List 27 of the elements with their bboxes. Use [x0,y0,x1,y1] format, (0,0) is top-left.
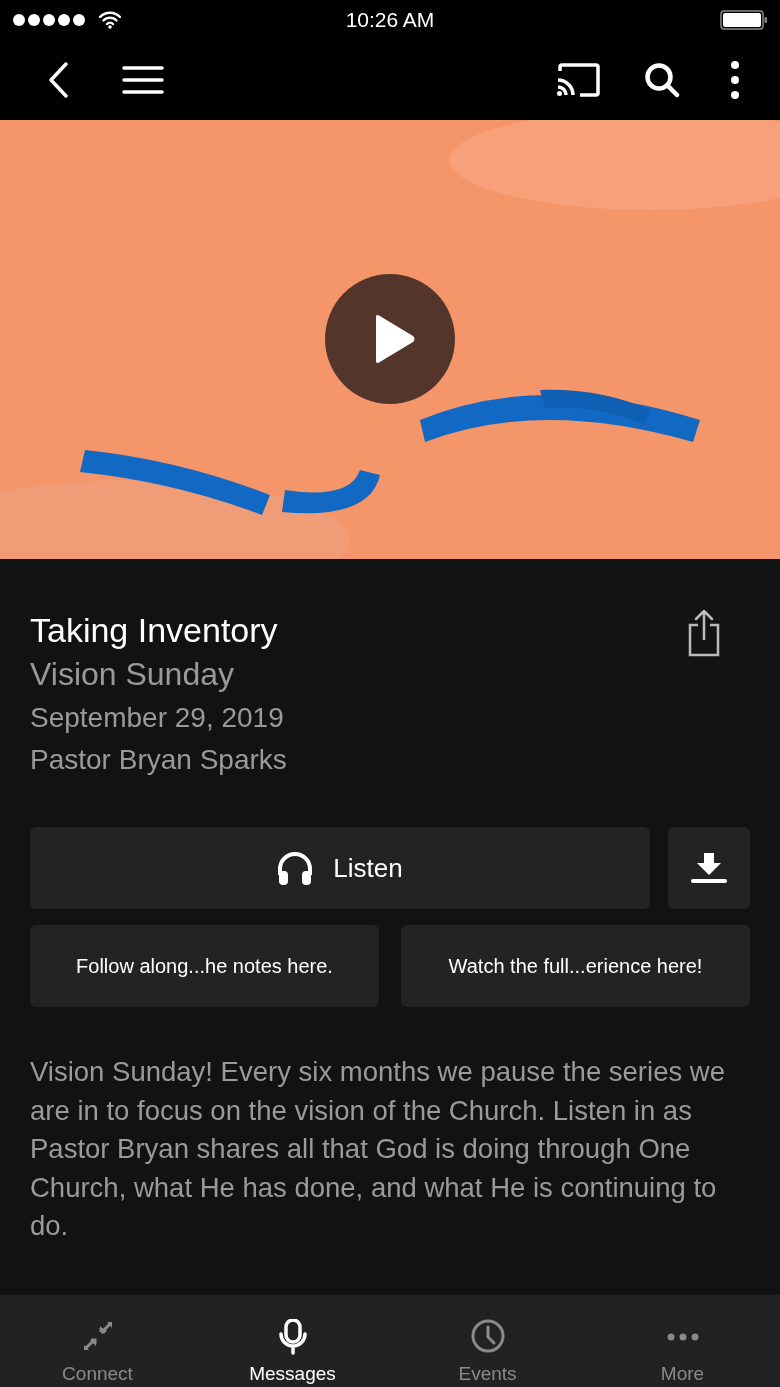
link-button[interactable]: Watch the full...erience here! [401,925,750,1007]
headphones-icon [277,851,314,885]
tab-bar-item[interactable]: Messages [195,1295,390,1387]
status-time: 10:26 AM [345,8,435,32]
more-icon [665,1333,700,1341]
share-icon[interactable] [686,609,722,657]
tab-bar-item[interactable]: Connect [0,1295,195,1387]
back-icon[interactable] [46,61,70,99]
search-icon[interactable] [644,62,680,98]
signal-icon [12,13,88,27]
cast-icon[interactable] [556,62,600,98]
tab-bar-item[interactable]: More [585,1295,780,1387]
battery-icon [720,10,768,30]
message-title: Taking Inventory [30,610,279,651]
message-date: September 29, 2019 [30,701,285,735]
download-icon [691,853,727,883]
wifi-icon [98,11,122,29]
download-button[interactable] [668,827,750,909]
tab-bar-item[interactable]: Events [390,1295,585,1387]
more-options-icon[interactable] [730,60,740,100]
speaker-name: Pastor Bryan Sparks [30,743,287,777]
listen-button[interactable]: Listen [30,827,650,909]
link-button[interactable]: Follow along...he notes here. [30,925,379,1007]
series-name: Vision Sunday [30,655,235,694]
menu-icon[interactable] [122,66,164,94]
clock-icon [470,1319,505,1355]
message-description: Vision Sunday! Every six months we pause the series we are in to focus on the vision of the Church. Listen in as Pastor Bryan shares all that God is doing through One Church, what He has done, and what He is continuing to do. [30,1055,726,1243]
